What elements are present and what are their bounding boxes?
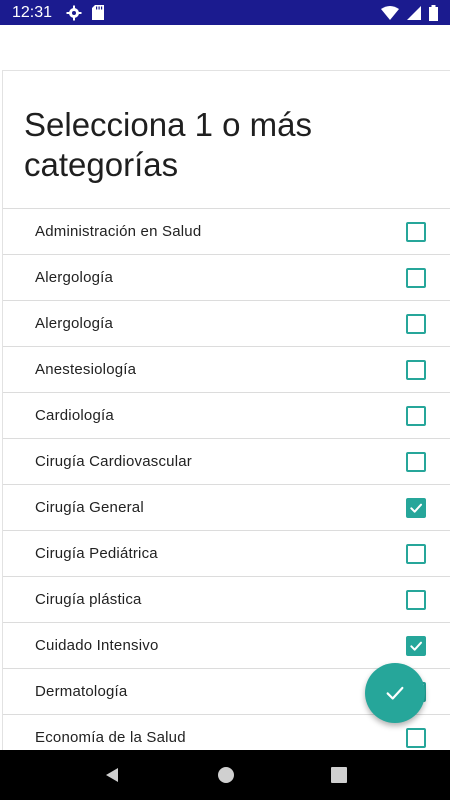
- category-row[interactable]: Administración en Salud: [3, 209, 450, 255]
- category-label: Alergología: [35, 269, 114, 286]
- category-checkbox[interactable]: [406, 360, 426, 380]
- category-checkbox[interactable]: [406, 728, 426, 748]
- category-checkbox[interactable]: [406, 498, 426, 518]
- category-label: Cirugía General: [35, 499, 144, 516]
- category-row[interactable]: Anestesiología: [3, 347, 450, 393]
- category-row[interactable]: Alergología: [3, 255, 450, 301]
- recents-icon[interactable]: [331, 767, 347, 783]
- home-icon[interactable]: [217, 766, 235, 784]
- status-bar: 12:31: [0, 0, 450, 25]
- category-row[interactable]: Cirugía Pediátrica: [3, 531, 450, 577]
- category-label: Administración en Salud: [35, 223, 202, 240]
- category-row[interactable]: Cirugía Cardiovascular: [3, 439, 450, 485]
- category-row[interactable]: Cardiología: [3, 393, 450, 439]
- battery-icon: [429, 4, 438, 21]
- navigation-bar: [0, 750, 450, 800]
- signal-icon: [407, 5, 421, 20]
- category-checkbox[interactable]: [406, 314, 426, 334]
- category-checkbox[interactable]: [406, 406, 426, 426]
- category-label: Economía de la Salud: [35, 729, 186, 746]
- category-label: Anestesiología: [35, 361, 137, 378]
- category-label: Cirugía Cardiovascular: [35, 453, 192, 470]
- category-label: Alergología: [35, 315, 114, 332]
- category-label: Cirugía Pediátrica: [35, 545, 158, 562]
- category-dialog: Selecciona 1 o más categorías Administra…: [2, 70, 450, 750]
- category-label: Cardiología: [35, 407, 114, 424]
- checkmark-icon: [410, 641, 422, 651]
- category-label: Cuidado Intensivo: [35, 637, 159, 654]
- app-bar: [0, 25, 450, 70]
- category-checkbox[interactable]: [406, 544, 426, 564]
- category-row[interactable]: Cirugía plástica: [3, 577, 450, 623]
- category-checkbox[interactable]: [406, 268, 426, 288]
- category-label: Cirugía plástica: [35, 591, 142, 608]
- category-checkbox[interactable]: [406, 222, 426, 242]
- category-row[interactable]: Cuidado Intensivo: [3, 623, 450, 669]
- checkmark-icon: [410, 503, 422, 513]
- sd-card-icon: [92, 5, 105, 20]
- back-icon[interactable]: [103, 766, 121, 784]
- category-checkbox[interactable]: [406, 452, 426, 472]
- wifi-icon: [381, 5, 399, 20]
- gear-icon: [66, 5, 82, 20]
- category-label: Dermatología: [35, 683, 128, 700]
- status-time: 12:31: [12, 3, 53, 21]
- category-checkbox[interactable]: [406, 636, 426, 656]
- category-checkbox[interactable]: [406, 590, 426, 610]
- dialog-title: Selecciona 1 o más categorías: [24, 106, 312, 183]
- category-row[interactable]: Cirugía General: [3, 485, 450, 531]
- check-icon: [386, 686, 404, 700]
- confirm-button[interactable]: [365, 663, 425, 723]
- category-row[interactable]: Alergología: [3, 301, 450, 347]
